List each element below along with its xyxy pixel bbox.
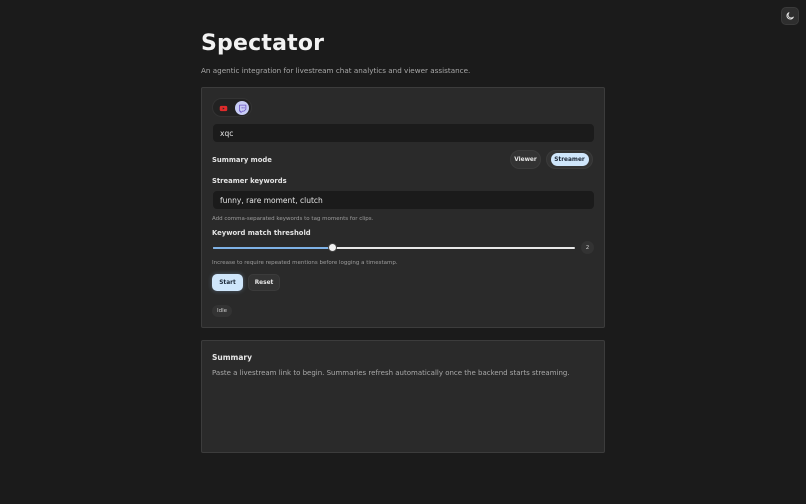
summary-mode-label: Summary mode [212, 156, 272, 164]
summary-text: Paste a livestream link to begin. Summar… [212, 369, 570, 377]
threshold-value-badge: 2 [581, 241, 594, 254]
page-subtitle: An agentic integration for livestream ch… [201, 66, 471, 75]
platform-switch [212, 98, 252, 117]
channel-input[interactable]: xqc [212, 123, 595, 143]
threshold-label: Keyword match threshold [212, 229, 311, 237]
platform-twitch-button[interactable] [235, 101, 249, 115]
summary-mode-toggle: Viewer Streamer [510, 150, 593, 169]
moon-icon [786, 12, 794, 20]
keywords-hint: Add comma-separated keywords to tag mome… [212, 216, 374, 222]
reset-button[interactable]: Reset [248, 274, 280, 291]
threshold-hint: Increase to require repeated mentions be… [212, 260, 398, 266]
mode-streamer-wrapper: Streamer [546, 150, 593, 169]
threshold-slider-thumb[interactable] [327, 243, 337, 252]
threshold-slider-fill [213, 247, 333, 249]
streamer-keywords-label: Streamer keywords [212, 177, 287, 185]
mode-streamer-button[interactable]: Streamer [550, 153, 589, 166]
youtube-icon [219, 105, 227, 111]
twitch-icon [238, 104, 246, 113]
summary-card: Summary Paste a livestream link to begin… [201, 340, 605, 453]
platform-youtube-button[interactable] [216, 101, 230, 115]
page-title: Spectator [201, 31, 325, 56]
start-button[interactable]: Start [212, 274, 243, 291]
summary-title: Summary [212, 353, 253, 362]
mode-viewer-button[interactable]: Viewer [510, 150, 541, 169]
status-badge: Idle [212, 305, 232, 317]
streamer-keywords-input[interactable]: funny, rare moment, clutch [212, 190, 595, 210]
theme-toggle-button[interactable] [781, 7, 799, 25]
threshold-slider[interactable] [213, 243, 575, 252]
controls-card: xqc Summary mode Viewer Streamer Streame… [201, 87, 605, 328]
